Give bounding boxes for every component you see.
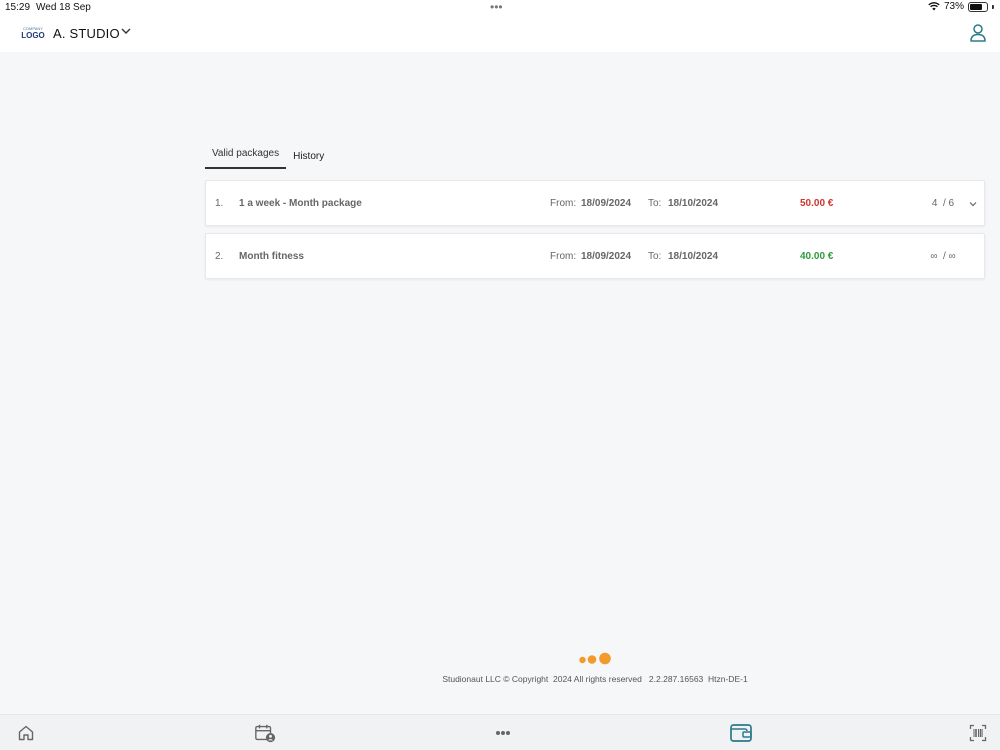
status-time: 15:29 [5,2,31,13]
status-indicators: 73% [928,1,994,12]
app-header: COMPANY LOGO A. STUDIO [0,15,1000,52]
package-card[interactable]: 1. 1 a week - Month package From: 18/09/… [205,180,985,226]
package-name: Month fitness [239,251,304,262]
to-label: To: [648,251,662,262]
battery-icon [968,1,988,12]
to-label: To: [648,198,662,209]
from-label: From: [550,198,577,209]
user-icon[interactable] [969,23,987,43]
from-date: 18/09/2024 [581,198,632,209]
status-date: Wed 18 Sep [36,2,91,13]
nav-home[interactable] [15,722,37,744]
status-bar: 15:29 Wed 18 Sep ••• 73% [0,0,1000,15]
loading-dots-icon [579,652,611,665]
package-tabs: Valid packages History [205,145,331,170]
calendar-user-icon [255,724,276,743]
chevron-down-icon[interactable] [968,199,978,209]
tab-valid-packages[interactable]: Valid packages [205,145,287,169]
more-icon [496,731,510,735]
from-label: From: [550,251,577,262]
wifi-icon [928,2,940,11]
wallet-icon [730,724,752,742]
package-list: 1. 1 a week - Month package From: 18/09/… [205,180,985,286]
package-index: 2. [215,251,224,262]
barcode-scan-icon [969,724,987,742]
nav-wallet[interactable] [728,722,754,744]
package-index: 1. [215,198,224,209]
package-usage: ∞ / ∞ [930,251,956,262]
chevron-down-icon[interactable] [120,25,132,37]
multitasking-dots-icon[interactable]: ••• [490,0,503,14]
tab-history[interactable]: History [286,145,331,169]
company-logo: COMPANY LOGO [21,23,45,43]
nav-scan[interactable] [967,722,989,744]
battery-percent: 73% [943,1,964,12]
package-card[interactable]: 2. Month fitness From: 18/09/2024 To: 18… [205,233,985,279]
package-usage: 4 / 6 [931,198,955,209]
studio-selector-label[interactable]: A. STUDIO [53,26,120,41]
logo-big-text: LOGO [21,31,45,40]
bottom-navigation [0,714,1000,750]
package-price: 50.00 € [800,198,834,209]
to-date: 18/10/2024 [668,251,719,262]
nav-more[interactable] [492,722,514,744]
home-icon [18,725,34,741]
package-name: 1 a week - Month package [239,198,362,209]
from-date: 18/09/2024 [581,251,632,262]
package-price: 40.00 € [800,251,834,262]
nav-calendar[interactable] [254,722,276,744]
copyright-text: Studionaut LLC © Copyright 2024 All righ… [442,674,748,684]
battery-cap [992,4,994,9]
to-date: 18/10/2024 [668,198,719,209]
